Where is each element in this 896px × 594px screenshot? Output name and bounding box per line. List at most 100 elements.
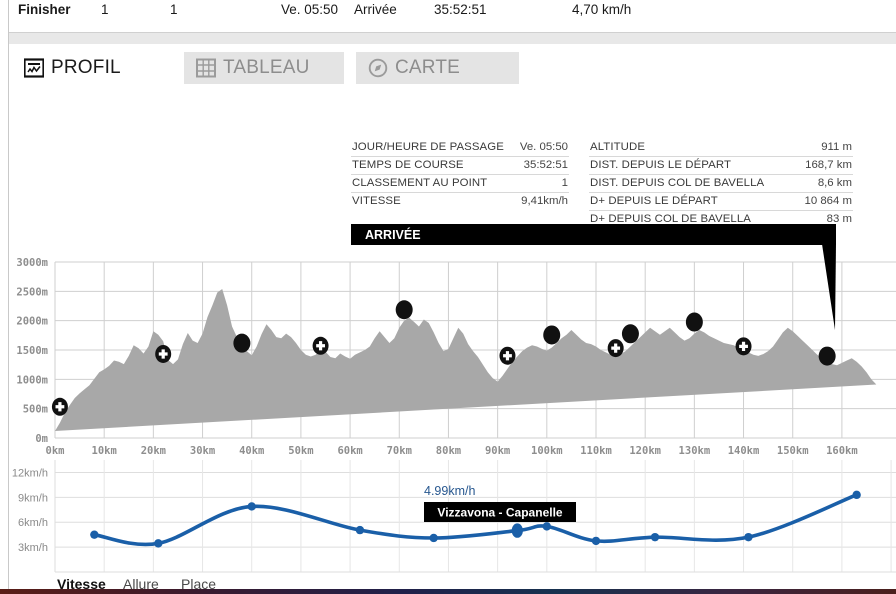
speed-y-tick: 12km/h (12, 467, 48, 479)
info-key: ALTITUDE (590, 141, 646, 153)
speed-y-axis-labels: 3km/h 6km/h 9km/h 12km/h (12, 467, 48, 554)
info-value: 10 864 m (804, 195, 853, 207)
elevation-x-tick: 30km (190, 445, 215, 457)
elevation-area-path (55, 288, 877, 431)
tab-carte[interactable]: CARTE (356, 52, 519, 84)
checkpoint-dot-icon[interactable] (685, 312, 703, 332)
checkpoint-dot-icon[interactable] (543, 325, 561, 345)
info-key: JOUR/HEURE DE PASSAGE (352, 141, 504, 153)
elevation-x-tick: 10km (92, 445, 117, 457)
result-average-speed: 4,70 km/h (572, 2, 632, 17)
elevation-y-tick: 1000m (16, 374, 48, 386)
info-row: VITESSE 9,41km/h (351, 193, 569, 210)
view-tabs: PROFIL TABLEAU CARTE (0, 52, 896, 88)
table-grid-icon (196, 58, 216, 78)
elevation-svg: 0m 500m 1000m 1500m 2000m 2500m 3000m 0km 10km 2… (16, 224, 896, 457)
info-key: DIST. DEPUIS LE DÉPART (590, 159, 732, 171)
elevation-x-tick: 100km (531, 445, 563, 457)
elevation-x-tick: 160km (826, 445, 858, 457)
elevation-x-tick: 70km (387, 445, 412, 457)
speed-tooltip-label: Vizzavona - Capanelle (437, 506, 562, 520)
info-key: CLASSEMENT AU POINT (352, 177, 488, 189)
info-value: 911 m (821, 141, 852, 153)
speed-tooltip-value: 4.99km/h (424, 484, 475, 498)
result-elapsed-time: 35:52:51 (434, 2, 487, 17)
speed-point[interactable] (852, 490, 861, 500)
speed-point[interactable] (429, 533, 438, 543)
speed-point[interactable] (355, 525, 365, 535)
elevation-y-tick: 2500m (16, 286, 48, 298)
tab-carte-label: CARTE (395, 57, 461, 78)
point-info-right-column: ALTITUDE 911 m DIST. DEPUIS LE DÉPART 16… (589, 139, 853, 228)
speed-point[interactable] (90, 530, 99, 539)
aid-station-cross-icon[interactable] (155, 344, 172, 363)
info-row: CLASSEMENT AU POINT 1 (351, 175, 569, 193)
tab-tableau[interactable]: TABLEAU (184, 52, 344, 84)
aid-station-cross-icon[interactable] (51, 397, 68, 416)
info-value: 35:52:51 (523, 159, 568, 171)
result-point-name: Arrivée (354, 2, 397, 17)
result-rank-overall: 1 (101, 2, 109, 17)
info-key: VITESSE (352, 195, 401, 207)
elevation-y-tick: 1500m (16, 345, 48, 357)
info-key: DIST. DEPUIS COL DE BAVELLA (590, 177, 765, 189)
aid-station-cross-icon[interactable] (312, 336, 329, 355)
elevation-x-tick: 50km (288, 445, 313, 457)
elevation-profile-chart[interactable]: 0m 500m 1000m 1500m 2000m 2500m 3000m 0km 10km 2… (0, 222, 896, 458)
speed-point[interactable] (591, 536, 601, 546)
aid-station-cross-icon[interactable] (499, 346, 516, 365)
result-status: Finisher (18, 2, 71, 17)
elevation-x-tick: 140km (728, 445, 760, 457)
elevation-x-tick: 80km (436, 445, 461, 457)
elevation-tooltip: ARRIVÉE (351, 224, 836, 330)
info-row: DIST. DEPUIS LE DÉPART 168,7 km (589, 157, 853, 175)
info-row: JOUR/HEURE DE PASSAGE Ve. 05:50 (351, 139, 569, 157)
elevation-y-tick: 2000m (16, 316, 48, 328)
info-key: D+ DEPUIS LE DÉPART (590, 195, 718, 207)
tab-tableau-label: TABLEAU (223, 57, 310, 78)
elevation-x-tick: 130km (679, 445, 711, 457)
point-info-left-column: JOUR/HEURE DE PASSAGE Ve. 05:50 TEMPS DE… (351, 139, 569, 210)
info-row: DIST. DEPUIS COL DE BAVELLA 8,6 km (589, 175, 853, 193)
elevation-x-tick: 120km (629, 445, 661, 457)
checkpoint-dot-icon[interactable] (395, 300, 413, 320)
speed-svg: 3km/h 6km/h 9km/h 12km/h 4.99km/h Vizzavona… (12, 460, 896, 573)
elevation-x-axis-labels: 0km 10km 20km 30km 40km 50km 60km 70km 80km 90km 1… (46, 445, 858, 457)
speed-point[interactable] (542, 522, 552, 531)
page-bottom-strip (0, 589, 896, 594)
speed-y-tick: 3km/h (18, 542, 48, 554)
checkpoint-dot-icon[interactable] (233, 333, 251, 353)
info-row: ALTITUDE 911 m (589, 139, 853, 157)
info-value: 9,41km/h (521, 195, 568, 207)
elevation-x-tick: 90km (485, 445, 510, 457)
speed-point[interactable] (154, 539, 163, 548)
compass-icon (368, 58, 388, 78)
profile-chart-icon (23, 58, 45, 78)
elevation-x-tick: 20km (141, 445, 166, 457)
tooltip-box (351, 224, 836, 245)
elevation-x-tick: 110km (580, 445, 612, 457)
checkpoint-dot-icon[interactable] (818, 346, 836, 366)
speed-point[interactable] (247, 502, 256, 511)
info-value: 8,6 km (817, 177, 852, 189)
elevation-y-axis-labels: 0m 500m 1000m 1500m 2000m 2500m 3000m (16, 257, 48, 445)
speed-chart[interactable]: 3km/h 6km/h 9km/h 12km/h 4.99km/h Vizzavona… (0, 458, 896, 576)
tab-profil[interactable]: PROFIL (12, 52, 135, 84)
info-value: 1 (561, 177, 568, 189)
result-summary-row: Finisher 1 1 Ve. 05:50 Arrivée 35:52:51 … (0, 0, 896, 28)
result-rank-category: 1 (170, 2, 178, 17)
elevation-y-tick: 0m (35, 433, 48, 445)
elevation-y-tick: 500m (23, 404, 48, 416)
aid-station-cross-icon[interactable] (735, 337, 752, 356)
info-key: TEMPS DE COURSE (352, 159, 464, 171)
elevation-x-tick: 40km (239, 445, 264, 457)
tooltip-pointer (822, 244, 836, 330)
speed-point[interactable] (650, 532, 660, 542)
info-value: Ve. 05:50 (519, 141, 568, 153)
speed-point-selected[interactable] (511, 523, 523, 538)
speed-point[interactable] (744, 532, 753, 542)
info-row: D+ DEPUIS LE DÉPART 10 864 m (589, 193, 853, 211)
result-day-time: Ve. 05:50 (281, 2, 339, 17)
aid-station-cross-icon[interactable] (607, 339, 624, 358)
checkpoint-dot-icon[interactable] (621, 324, 639, 344)
